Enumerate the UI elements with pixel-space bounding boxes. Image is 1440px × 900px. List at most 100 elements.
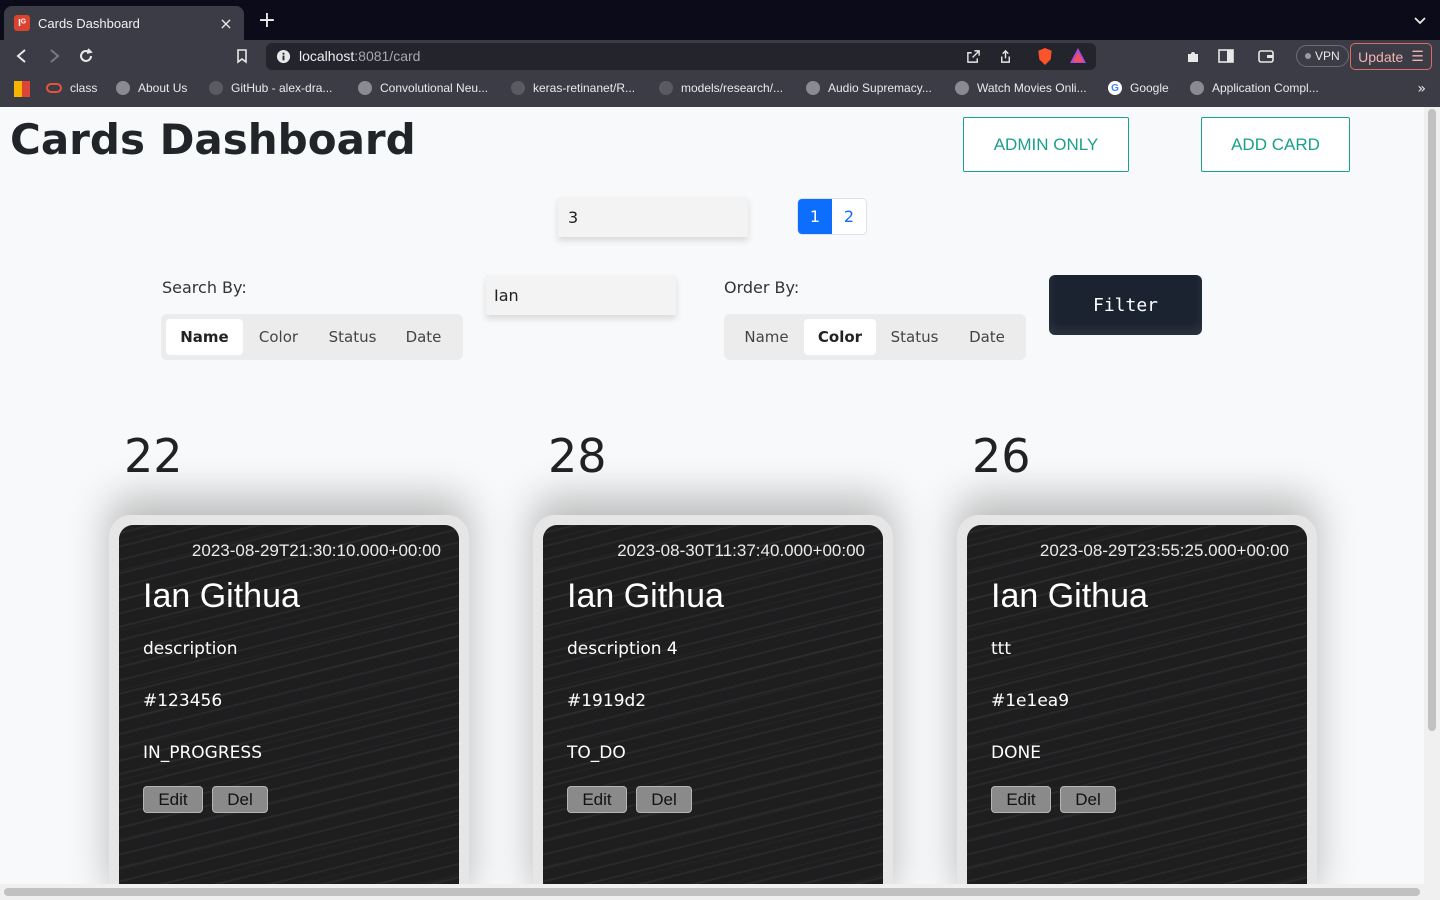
close-tab-icon[interactable]: ×: [218, 14, 234, 33]
apps-icon[interactable]: [14, 81, 30, 97]
bookmarks-bar: class About Us GitHub - alex-dra... Conv…: [0, 72, 1440, 107]
order-by-name-option[interactable]: Name: [729, 319, 804, 355]
bookmark-item[interactable]: models/research/...: [659, 81, 783, 95]
bookmark-item[interactable]: Convolutional Neu...: [358, 81, 488, 95]
extensions-icon[interactable]: [1184, 46, 1204, 66]
search-by-selector: Name Color Status Date: [161, 314, 463, 360]
delete-card-button[interactable]: Del: [636, 786, 692, 813]
search-by-name-option[interactable]: Name: [166, 319, 243, 355]
bookmark-item[interactable]: About Us: [116, 81, 187, 95]
globe-icon: [116, 81, 130, 95]
card-date: 2023-08-29T23:55:25.000+00:00: [1039, 541, 1289, 560]
card: 2023-08-29T21:30:10.000+00:00 Ian Githua…: [119, 525, 459, 894]
page-size-input[interactable]: 3: [558, 197, 748, 237]
bookmark-item[interactable]: GitHub - alex-dra...: [209, 81, 332, 95]
reload-icon[interactable]: [76, 46, 96, 66]
card-status: TO_DO: [567, 743, 626, 763]
brave-shield-icon[interactable]: [1036, 47, 1054, 66]
browser-tab[interactable]: Iᴳ Cards Dashboard ×: [4, 6, 244, 40]
google-icon: G: [1108, 81, 1122, 95]
edit-card-button[interactable]: Edit: [143, 786, 203, 813]
new-tab-icon[interactable]: +: [256, 10, 278, 32]
forward-icon[interactable]: [44, 46, 64, 66]
edit-card-button[interactable]: Edit: [991, 786, 1051, 813]
card-name: Ian Githua: [567, 577, 724, 615]
browser-tabbar: Iᴳ Cards Dashboard × +: [0, 0, 1440, 40]
back-icon[interactable]: [12, 46, 32, 66]
card: 2023-08-30T11:37:40.000+00:00 Ian Githua…: [543, 525, 883, 894]
card-name: Ian Githua: [143, 577, 300, 615]
url-text: localhost:8081/card: [299, 48, 421, 64]
delete-card-button[interactable]: Del: [212, 786, 268, 813]
tab-title: Cards Dashboard: [38, 15, 140, 31]
card-color: #1919d2: [567, 691, 647, 711]
vertical-scroll-thumb[interactable]: [1428, 109, 1436, 731]
order-by-color-option[interactable]: Color: [804, 319, 876, 355]
card-id: 26: [972, 429, 1031, 483]
address-bar[interactable]: localhost:8081/card: [266, 43, 1096, 70]
card-status: DONE: [991, 743, 1041, 763]
order-by-status-option[interactable]: Status: [876, 319, 953, 355]
bookmark-item[interactable]: G Google: [1108, 81, 1169, 95]
pagination: 1 2: [797, 198, 867, 235]
globe-icon: [1190, 81, 1204, 95]
page-title: Cards Dashboard: [10, 115, 416, 164]
bookmark-item[interactable]: keras-retinanet/R...: [511, 81, 635, 95]
add-card-button[interactable]: ADD CARD: [1201, 117, 1350, 172]
order-by-date-option[interactable]: Date: [953, 319, 1021, 355]
update-label: Update: [1358, 48, 1404, 65]
page-1-button[interactable]: 1: [798, 199, 832, 234]
app-favicon-icon: Iᴳ: [14, 15, 30, 31]
admin-only-button[interactable]: ADMIN ONLY: [963, 117, 1129, 172]
search-by-label: Search By:: [162, 278, 247, 297]
cloud-icon: [46, 83, 62, 93]
github-icon: [511, 81, 525, 95]
search-input[interactable]: Ian: [486, 275, 676, 315]
bookmarks-overflow-icon[interactable]: »: [1417, 81, 1426, 97]
card-status: IN_PROGRESS: [143, 743, 262, 763]
card-id: 28: [548, 429, 607, 483]
sidebar-icon[interactable]: [1216, 46, 1236, 66]
wallet-icon[interactable]: [1256, 46, 1276, 66]
bookmark-item[interactable]: Watch Movies Onli...: [955, 81, 1087, 95]
site-info-icon[interactable]: [276, 49, 291, 64]
brave-rewards-icon[interactable]: [1069, 47, 1087, 65]
horizontal-scroll-thumb[interactable]: [4, 888, 1420, 896]
github-icon: [659, 81, 673, 95]
card-color: #123456: [143, 691, 223, 711]
bookmark-icon[interactable]: [232, 46, 252, 66]
chevron-down-icon[interactable]: [1412, 12, 1428, 28]
github-icon: [209, 81, 223, 95]
page-2-button[interactable]: 2: [832, 199, 866, 234]
menu-icon: ☰: [1411, 48, 1424, 64]
card-description: description 4: [567, 639, 678, 659]
vpn-label: VPN: [1315, 49, 1340, 63]
vpn-status-icon: [1305, 53, 1311, 59]
bookmark-item[interactable]: Application Compl...: [1190, 81, 1319, 95]
filter-button[interactable]: Filter: [1049, 275, 1202, 335]
card-date: 2023-08-30T11:37:40.000+00:00: [617, 541, 865, 560]
update-button[interactable]: Update ☰: [1350, 43, 1432, 70]
browser-toolbar: localhost:8081/card VPN Update ☰: [0, 40, 1440, 72]
card-id: 22: [124, 429, 183, 483]
globe-icon: [955, 81, 969, 95]
share-icon[interactable]: [998, 49, 1013, 64]
delete-card-button[interactable]: Del: [1060, 786, 1116, 813]
card-description: description: [143, 639, 238, 659]
order-by-label: Order By:: [724, 278, 800, 297]
card-description: ttt: [991, 639, 1011, 659]
vertical-scrollbar[interactable]: [1424, 107, 1440, 894]
card-name: Ian Githua: [991, 577, 1148, 615]
vpn-button[interactable]: VPN: [1296, 45, 1349, 67]
bookmark-item[interactable]: Audio Supremacy...: [806, 81, 932, 95]
search-by-status-option[interactable]: Status: [314, 319, 391, 355]
open-external-icon[interactable]: [966, 49, 981, 64]
search-by-date-option[interactable]: Date: [391, 319, 456, 355]
card-color: #1e1ea9: [991, 691, 1070, 711]
horizontal-scrollbar[interactable]: [0, 884, 1440, 900]
globe-icon: [806, 81, 820, 95]
edit-card-button[interactable]: Edit: [567, 786, 627, 813]
bookmark-item[interactable]: class: [46, 81, 97, 95]
card-date: 2023-08-29T21:30:10.000+00:00: [191, 541, 441, 560]
search-by-color-option[interactable]: Color: [243, 319, 314, 355]
